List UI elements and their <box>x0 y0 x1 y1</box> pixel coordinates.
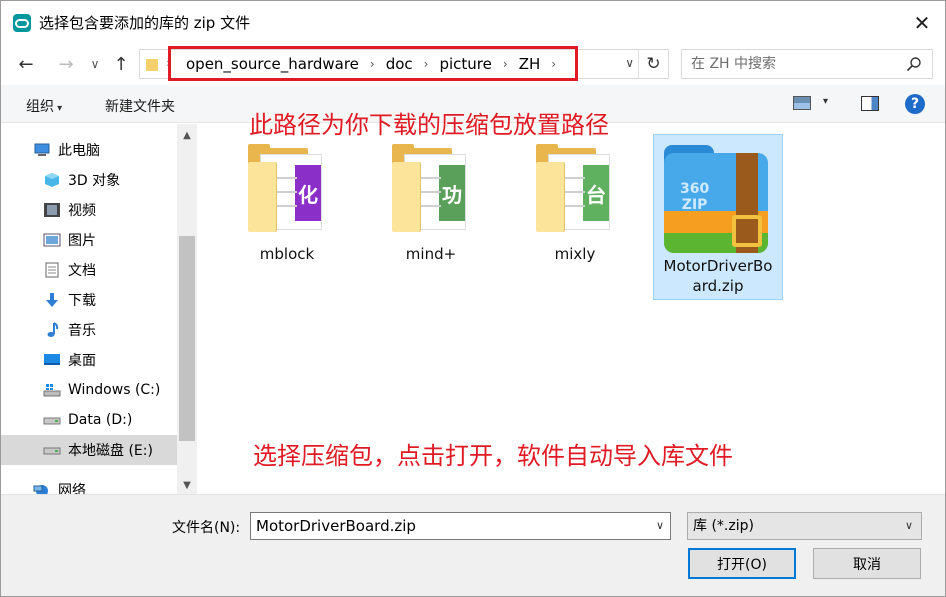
sidebar-item-network[interactable]: 网络 <box>1 475 177 494</box>
video-icon <box>43 202 61 218</box>
annotation-path-note: 此路径为你下载的压缩包放置路径 <box>249 111 609 139</box>
pictures-icon <box>43 232 61 248</box>
folder-icon: 化 <box>248 144 326 234</box>
search-box <box>681 49 933 79</box>
file-item-motordriverboard-zip[interactable]: 360 ZIP MotorDriverBo ard.zip <box>653 134 783 300</box>
breadcrumb-item[interactable]: ZH <box>517 55 543 73</box>
open-button[interactable]: 打开(O) <box>688 548 796 579</box>
title-bar: 选择包含要添加的库的 zip 文件 ✕ <box>1 1 945 45</box>
chevron-right-icon[interactable]: › <box>494 57 517 71</box>
music-icon <box>43 322 61 338</box>
folder-icon: 台 <box>536 144 614 234</box>
file-name: mixly <box>554 245 596 263</box>
sidebar-item-videos[interactable]: 视频 <box>1 195 177 225</box>
view-mode-icon[interactable] <box>793 96 811 110</box>
sidebar-item-this-pc[interactable]: 此电脑 <box>1 135 177 165</box>
folder-icon <box>146 59 158 71</box>
forward-button[interactable]: → <box>53 51 79 77</box>
sidebar-item-label: 网络 <box>58 483 86 494</box>
drive-icon <box>43 412 61 428</box>
file-open-dialog: 选择包含要添加的库的 zip 文件 ✕ ← → ∨ ↑ › open_sourc… <box>0 0 946 597</box>
sidebar-scrollbar[interactable]: ▲ ▼ <box>177 124 197 494</box>
sidebar-item-label: 视频 <box>68 203 96 219</box>
navigation-bar: ← → ∨ ↑ › open_source_hardware › doc › p… <box>1 45 945 83</box>
help-icon[interactable]: ? <box>905 94 925 114</box>
desktop-icon <box>43 352 61 368</box>
sidebar-item-downloads[interactable]: 下载 <box>1 285 177 315</box>
chevron-down-icon[interactable]: ∨ <box>625 56 634 70</box>
annotation-instruction-note: 选择压缩包，点击打开，软件自动导入库文件 <box>253 442 733 470</box>
sidebar-item-local-disk-e[interactable]: 本地磁盘 (E:) <box>1 435 177 465</box>
file-name: mblock <box>259 245 315 263</box>
filename-input[interactable] <box>251 513 646 539</box>
drive-icon <box>43 442 61 458</box>
documents-icon <box>43 262 61 278</box>
back-button[interactable]: ← <box>13 51 39 77</box>
chevron-right-icon[interactable]: › <box>361 57 384 71</box>
dialog-footer: 文件名(N): ∨ 库 (*.zip) ∨ 打开(O) 取消 <box>1 494 945 596</box>
refresh-button[interactable]: ↻ <box>638 50 668 78</box>
file-name: mind+ <box>405 245 457 263</box>
breadcrumb-item[interactable]: doc <box>384 55 415 73</box>
breadcrumb: open_source_hardware › doc › picture › Z… <box>184 50 565 78</box>
sidebar-item-desktop[interactable]: 桌面 <box>1 345 177 375</box>
chevron-down-icon: ∨ <box>904 519 913 532</box>
3d-objects-icon <box>43 172 61 188</box>
sidebar-item-label: 3D 对象 <box>68 173 121 189</box>
sidebar-item-label: 下载 <box>68 293 96 309</box>
breadcrumb-item[interactable]: open_source_hardware <box>184 55 361 73</box>
sidebar-item-windows-c[interactable]: Windows (C:) <box>1 375 177 405</box>
preview-pane-icon[interactable] <box>861 96 879 111</box>
folder-icon: 功 <box>392 144 470 234</box>
scroll-up-icon[interactable]: ▲ <box>177 126 197 144</box>
sidebar-item-documents[interactable]: 文档 <box>1 255 177 285</box>
sidebar-item-label: 音乐 <box>68 323 96 339</box>
sidebar-item-3d-objects[interactable]: 3D 对象 <box>1 165 177 195</box>
up-button[interactable]: ↑ <box>109 51 133 77</box>
search-icon[interactable] <box>906 56 922 72</box>
close-button[interactable]: ✕ <box>899 1 945 45</box>
sidebar-item-label: Windows (C:) <box>68 382 161 398</box>
sidebar-item-music[interactable]: 音乐 <box>1 315 177 345</box>
sidebar-item-label: 文档 <box>68 263 96 279</box>
search-input[interactable] <box>682 50 902 78</box>
recent-locations-button[interactable]: ∨ <box>87 51 103 77</box>
chevron-down-icon[interactable]: ▾ <box>823 96 828 107</box>
sidebar-item-label: Data (D:) <box>68 412 133 428</box>
sidebar-item-label: 此电脑 <box>58 143 100 159</box>
sidebar-item-data-d[interactable]: Data (D:) <box>1 405 177 435</box>
organize-menu[interactable]: 组织 <box>26 96 62 116</box>
file-type-value: 库 (*.zip) <box>693 518 754 534</box>
download-icon <box>43 292 61 308</box>
file-item-mblock[interactable]: 化 mblock <box>222 144 352 264</box>
navigation-pane: 此电脑 3D 对象 视频 图片 文档 下载 音乐 桌面 Windows (C:)… <box>1 124 197 494</box>
arduino-app-icon <box>13 14 31 32</box>
new-folder-button[interactable]: 新建文件夹 <box>105 96 175 116</box>
zip-archive-icon: 360 ZIP <box>662 141 774 256</box>
network-icon <box>33 482 51 494</box>
file-type-select[interactable]: 库 (*.zip) ∨ <box>687 512 922 540</box>
chevron-right-icon[interactable]: › <box>415 57 438 71</box>
cancel-button[interactable]: 取消 <box>813 548 921 579</box>
file-item-mixly[interactable]: 台 mixly <box>510 144 640 264</box>
scrollbar-thumb[interactable] <box>179 236 195 441</box>
filename-field: ∨ <box>250 512 671 540</box>
chevron-down-icon[interactable]: ∨ <box>656 519 664 532</box>
windows-drive-icon <box>43 382 61 398</box>
window-title: 选择包含要添加的库的 zip 文件 <box>39 14 251 32</box>
file-name: MotorDriverBo ard.zip <box>663 257 773 295</box>
chevron-right-icon: › <box>166 56 171 70</box>
breadcrumb-item[interactable]: picture <box>437 55 493 73</box>
scroll-down-icon[interactable]: ▼ <box>177 476 197 494</box>
computer-icon <box>33 142 51 158</box>
chevron-right-icon[interactable]: › <box>542 57 565 71</box>
sidebar-item-label: 桌面 <box>68 353 96 369</box>
sidebar-item-pictures[interactable]: 图片 <box>1 225 177 255</box>
address-bar[interactable]: › open_source_hardware › doc › picture ›… <box>139 49 669 79</box>
sidebar-item-label: 本地磁盘 (E:) <box>68 443 153 459</box>
filename-label: 文件名(N): <box>172 520 241 536</box>
file-item-mind-plus[interactable]: 功 mind+ <box>366 144 496 264</box>
sidebar-item-label: 图片 <box>68 233 96 249</box>
